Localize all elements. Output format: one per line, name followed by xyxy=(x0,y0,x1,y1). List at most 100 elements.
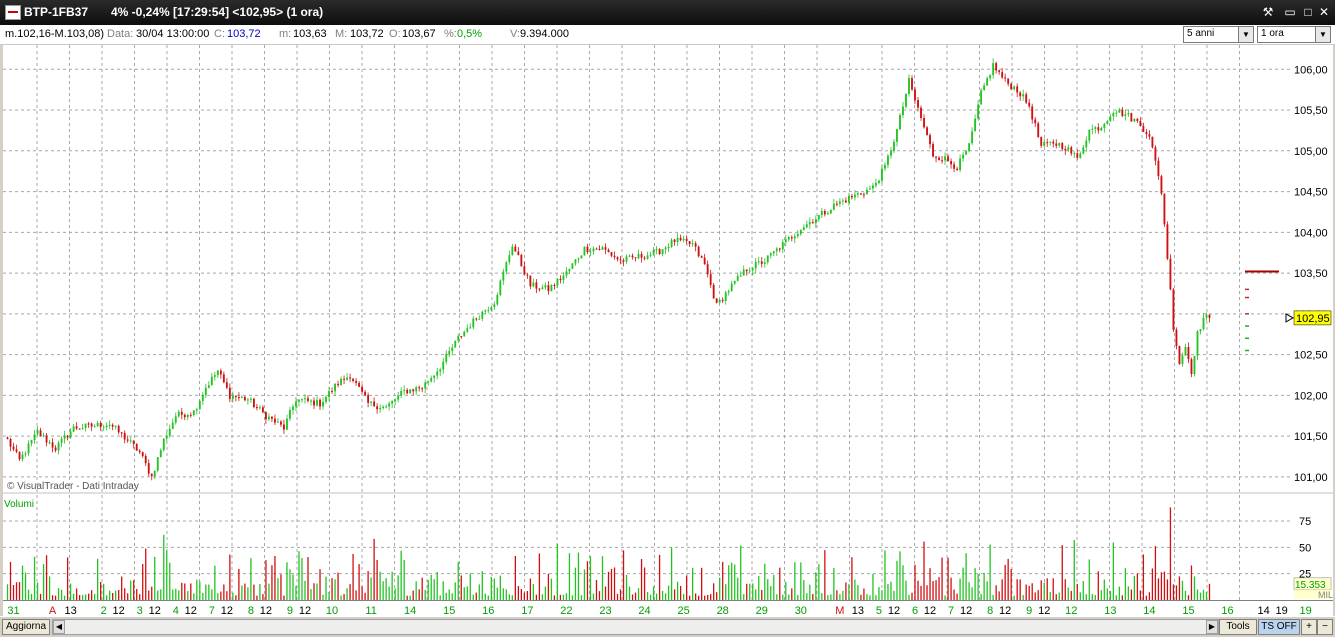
candle-body xyxy=(887,155,889,165)
candle-body xyxy=(893,141,895,151)
candle-body xyxy=(403,389,406,391)
minimize-icon[interactable]: ▭ xyxy=(1282,4,1298,20)
candle-body xyxy=(1088,129,1091,141)
candle-body xyxy=(481,311,484,319)
candle-body xyxy=(1094,127,1097,129)
candle-body xyxy=(538,288,541,290)
candle-body xyxy=(1001,72,1004,78)
candle-body xyxy=(718,299,721,303)
candle-body xyxy=(81,427,84,429)
candle-body xyxy=(526,274,529,276)
candle-body xyxy=(234,395,237,398)
candle-body xyxy=(156,457,159,471)
v-label: V: xyxy=(510,28,520,40)
x-tick-label: 19 xyxy=(1275,605,1287,616)
candle-body xyxy=(268,416,270,420)
x-tick-label: 12 xyxy=(185,605,197,616)
x-tick-label: 6 xyxy=(912,605,918,616)
close-icon[interactable]: ✕ xyxy=(1316,4,1332,20)
candle-body xyxy=(814,219,817,224)
candle-body xyxy=(778,248,781,250)
candle-body xyxy=(980,90,983,105)
candle-body xyxy=(1013,86,1016,90)
candle-body xyxy=(802,227,805,231)
candle-body xyxy=(520,255,523,267)
candle-body xyxy=(736,275,739,281)
candle-body xyxy=(971,131,974,144)
candle-body xyxy=(394,399,397,401)
candle-body xyxy=(328,391,330,398)
x-tick-label: 17 xyxy=(521,605,533,616)
x-tick-label: 13 xyxy=(1104,605,1116,616)
candle-body xyxy=(325,397,327,402)
candle-body xyxy=(117,425,120,433)
candle-body xyxy=(724,292,727,302)
chart-area[interactable]: 101,00101,50102,00102,50103,00103,50104,… xyxy=(3,45,1333,616)
v-value: 9.394.000 xyxy=(520,28,569,40)
candle-body xyxy=(126,439,129,441)
candle-body xyxy=(445,353,448,362)
x-tick-label: 7 xyxy=(209,605,215,616)
candle-body xyxy=(1100,127,1103,131)
candle-body xyxy=(598,248,601,250)
candle-body xyxy=(45,435,48,443)
candle-body xyxy=(258,407,261,409)
candle-body xyxy=(228,387,231,399)
candle-body xyxy=(550,284,553,292)
candle-body xyxy=(108,424,111,426)
candle-body xyxy=(878,180,880,183)
candle-body xyxy=(899,115,901,130)
period-select[interactable]: 5 anni ▼ xyxy=(1183,26,1254,43)
candle-body xyxy=(1163,193,1166,225)
scroll-right-icon[interactable]: ▶ xyxy=(1206,620,1218,634)
candle-body xyxy=(222,374,225,383)
candle-body xyxy=(478,318,481,320)
candle-body xyxy=(475,318,478,320)
x-tick-label: 14 xyxy=(1257,605,1269,616)
candle-body xyxy=(337,383,339,386)
zoom-out-button[interactable]: − xyxy=(1317,619,1333,635)
candle-body xyxy=(523,266,526,275)
candle-body xyxy=(559,278,562,281)
candle-body xyxy=(766,255,769,263)
candle-body xyxy=(763,262,766,264)
candle-body xyxy=(496,294,499,305)
candle-body xyxy=(295,401,297,407)
chevron-down-icon[interactable]: ▼ xyxy=(1315,27,1330,42)
candle-body xyxy=(1106,121,1109,125)
candle-body xyxy=(853,194,856,198)
zoom-in-button[interactable]: + xyxy=(1301,619,1317,635)
tool-icon[interactable]: ⚒ xyxy=(1260,4,1276,20)
candle-body xyxy=(574,259,577,264)
price-volume-chart[interactable]: 101,00101,50102,00102,50103,00103,50104,… xyxy=(3,45,1333,616)
candle-body xyxy=(165,435,168,439)
interval-select[interactable]: 1 ora ▼ xyxy=(1257,26,1331,43)
candle-body xyxy=(448,351,451,354)
aggiorna-button[interactable]: Aggiorna xyxy=(2,619,50,635)
candle-body xyxy=(430,377,433,382)
candle-body xyxy=(532,282,535,287)
candle-body xyxy=(1145,131,1148,135)
x-tick-label: 8 xyxy=(987,605,993,616)
candle-body xyxy=(817,215,820,220)
candle-body xyxy=(33,434,36,441)
ts-off-button[interactable]: TS OFF xyxy=(1258,619,1300,635)
horizontal-scrollbar[interactable]: ◀ ▶ xyxy=(52,619,1219,635)
candle-body xyxy=(216,370,219,376)
scroll-left-icon[interactable]: ◀ xyxy=(53,620,65,634)
candle-body xyxy=(1025,94,1028,103)
price-tick-label: 101,50 xyxy=(1294,431,1328,443)
candle-body xyxy=(905,93,907,107)
tools-button[interactable]: Tools xyxy=(1219,619,1257,635)
candle-body xyxy=(30,440,33,444)
candle-body xyxy=(1103,124,1106,128)
candle-body xyxy=(264,412,267,420)
maximize-icon[interactable]: □ xyxy=(1300,4,1316,20)
m-label: m: xyxy=(279,28,292,40)
data-value: 30/04 13:00:00 xyxy=(136,28,210,40)
chevron-down-icon[interactable]: ▼ xyxy=(1238,27,1253,42)
candle-body xyxy=(397,395,400,400)
candle-body xyxy=(634,257,637,259)
candle-body xyxy=(920,107,922,118)
candle-body xyxy=(42,435,45,437)
